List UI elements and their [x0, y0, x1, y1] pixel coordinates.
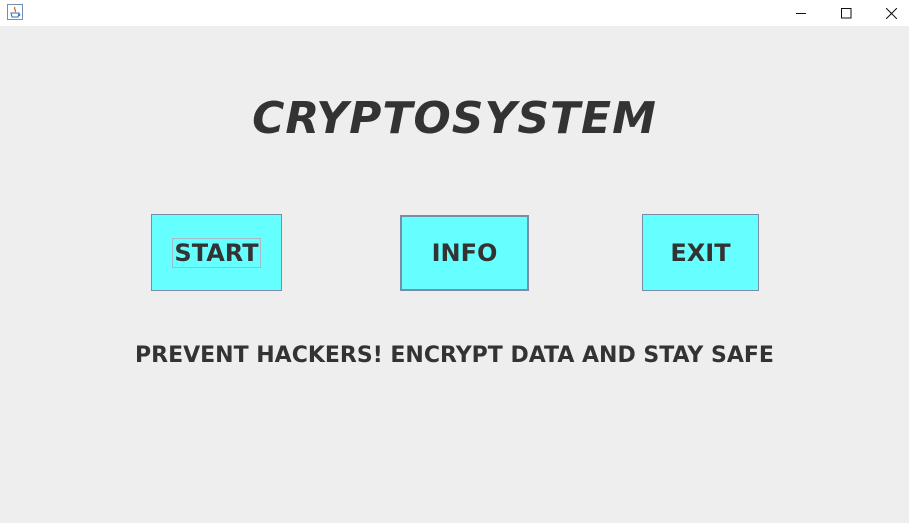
minimize-button[interactable] [778, 0, 824, 26]
close-button[interactable] [868, 0, 909, 26]
exit-button-label: EXIT [670, 238, 731, 267]
start-button[interactable]: START [151, 214, 282, 291]
minimize-icon [795, 8, 807, 19]
page-title: CRYPTOSYSTEM [252, 93, 657, 144]
info-button-label: INFO [431, 239, 498, 267]
info-button[interactable]: INFO [400, 215, 529, 291]
app-window: CRYPTOSYSTEM START INFO EXIT PREVENT HAC… [0, 0, 909, 523]
close-icon [885, 7, 897, 19]
exit-button[interactable]: EXIT [642, 214, 759, 291]
maximize-icon [840, 7, 852, 19]
start-button-label: START [172, 237, 261, 268]
tagline: PREVENT HACKERS! ENCRYPT DATA AND STAY S… [135, 343, 774, 368]
maximize-button[interactable] [823, 0, 869, 26]
java-app-icon[interactable] [7, 4, 23, 20]
title-bar[interactable] [0, 0, 909, 26]
